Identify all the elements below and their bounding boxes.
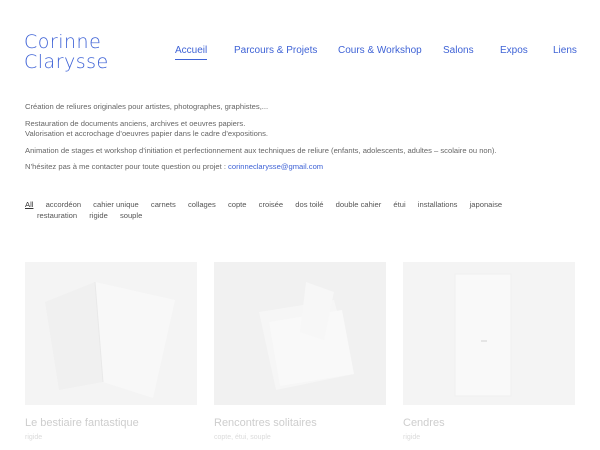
portfolio-card[interactable]: Cendres rigide [403, 262, 575, 441]
filter-restauration[interactable]: restauration [37, 210, 77, 221]
filter-row-1: All accordéon cahier unique carnets coll… [25, 199, 585, 210]
intro-paragraph-2: Restauration de documents anciens, archi… [25, 119, 585, 140]
filter-double-cahier[interactable]: double cahier [336, 199, 382, 210]
filter-carnets[interactable]: carnets [151, 199, 176, 210]
filter-collages[interactable]: collages [188, 199, 216, 210]
intro-line-restauration: Restauration de documents anciens, archi… [25, 118, 246, 128]
card-thumbnail-stacked-books[interactable] [214, 262, 386, 405]
card-title[interactable]: Cendres [403, 417, 575, 429]
card-tags: copte, étui, souple [214, 434, 271, 441]
filter-rigide[interactable]: rigide [89, 210, 108, 221]
filter-japonaise[interactable]: japonaise [470, 199, 503, 210]
intro-text: Création de reliures originales pour art… [25, 102, 585, 179]
nav-item-cours-workshop[interactable]: Cours & Workshop [338, 45, 422, 56]
filter-row-2: restauration rigide souple [25, 210, 585, 221]
filter-all[interactable]: All [25, 199, 33, 210]
filter-cahier-unique[interactable]: cahier unique [93, 199, 139, 210]
email-link[interactable]: corinneclarysse@gmail.com [228, 162, 323, 171]
nav-item-liens[interactable]: Liens [553, 45, 577, 56]
filter-souple[interactable]: souple [120, 210, 142, 221]
nav-item-accueil[interactable]: Accueil [175, 45, 208, 60]
filter-dos-toile[interactable]: dos toilé [295, 199, 323, 210]
filter-etui[interactable]: étui [393, 199, 405, 210]
card-tags: rigide [25, 434, 43, 441]
intro-paragraph-3: Animation de stages et workshop d’initia… [25, 145, 497, 155]
card-title[interactable]: Rencontres solitaires [214, 417, 386, 429]
portfolio-card[interactable]: Rencontres solitaires copte, étui, soupl… [214, 262, 386, 441]
card-tags: rigide [403, 434, 421, 441]
card-thumbnail-closed-book[interactable] [403, 262, 575, 405]
site-logo[interactable]: Corinne Clarysse [24, 32, 109, 72]
filter-croisee[interactable]: croisée [259, 199, 283, 210]
filter-accordeon[interactable]: accordéon [46, 199, 81, 210]
open-book-illustration [25, 262, 197, 405]
main-nav: Accueil Parcours & Projets Cours & Works… [175, 45, 600, 61]
nav-item-expos[interactable]: Expos [500, 45, 528, 56]
portfolio-card[interactable]: Le bestiaire fantastique rigide [25, 262, 197, 441]
nav-item-parcours-projets[interactable]: Parcours & Projets [234, 45, 317, 56]
logo-line1: Corinne [24, 31, 102, 53]
card-title[interactable]: Le bestiaire fantastique [25, 417, 197, 429]
intro-line-valorisation: Valorisation et accrochage d’oeuvres pap… [25, 129, 269, 138]
intro-paragraph-4: N’hésitez pas à me contacter pour toute … [25, 162, 585, 173]
closed-book-illustration [403, 262, 575, 405]
nav-item-salons[interactable]: Salons [443, 45, 474, 56]
filter-copte[interactable]: copte [228, 199, 247, 210]
stacked-books-illustration [214, 262, 386, 405]
logo-line2: Clarysse [24, 51, 109, 73]
contact-prefix: N’hésitez pas à me contacter pour toute … [25, 162, 229, 171]
filter-installations[interactable]: installations [418, 199, 458, 210]
filter-bar: All accordéon cahier unique carnets coll… [25, 199, 585, 221]
intro-paragraph-1: Création de reliures originales pour art… [25, 102, 269, 111]
card-thumbnail-book-open[interactable] [25, 262, 197, 405]
